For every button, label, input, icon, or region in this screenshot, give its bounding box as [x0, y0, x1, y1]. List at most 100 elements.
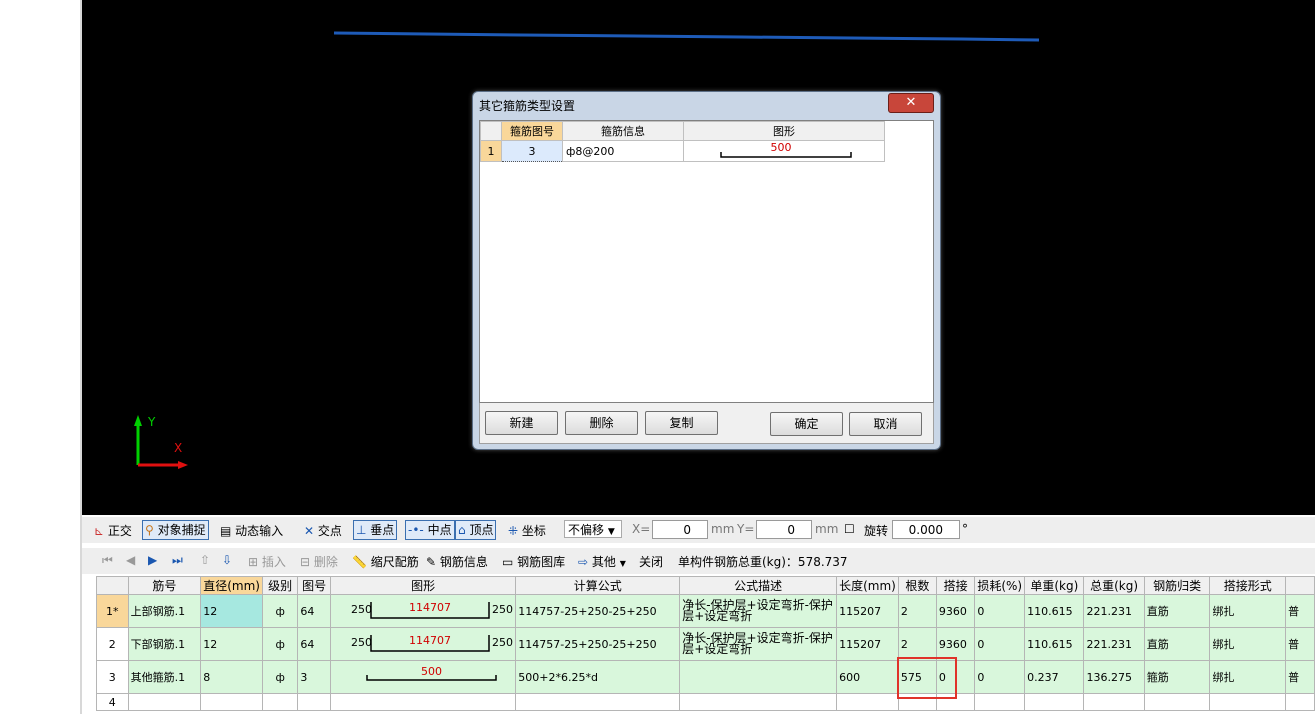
length-cell[interactable]: 600 — [836, 660, 899, 694]
grade-cell[interactable]: ф — [261, 627, 299, 661]
table-row[interactable]: 3 其他箍筋.1 8 ф 3 500 500+2*6.25*d 600 575 … — [96, 660, 1315, 694]
rebar-info-button[interactable]: ✎ 钢筋信息 — [426, 553, 488, 570]
cancel-button[interactable]: 取消 — [849, 412, 922, 436]
empty-cell[interactable] — [1024, 693, 1085, 711]
col-total-weight[interactable]: 总重(kg) — [1083, 576, 1145, 595]
formula-cell[interactable]: 500+2*6.25*d — [515, 660, 681, 694]
object-snap-button[interactable]: ⚲ 对象捕捉 — [142, 520, 209, 540]
midpoint-button[interactable]: -•- 中点 — [405, 520, 455, 540]
ortho-button[interactable]: ⊾ 正交 — [94, 522, 132, 539]
empty-cell[interactable] — [200, 693, 263, 711]
intersection-button[interactable]: ✕ 交点 — [304, 522, 342, 539]
category-cell[interactable]: 箍筋 — [1143, 660, 1211, 694]
offset-select[interactable]: 不偏移 ▼ — [564, 520, 622, 538]
empty-cell[interactable] — [515, 693, 681, 711]
col-grade[interactable]: 级别 — [261, 576, 299, 595]
length-cell[interactable]: 115207 — [836, 594, 899, 628]
coordinate-button[interactable]: ⁜ 坐标 — [508, 522, 546, 539]
figure-cell[interactable]: 64 — [297, 627, 331, 661]
col-loss[interactable]: 损耗(%) — [974, 576, 1026, 595]
extra-cell[interactable]: 普 — [1285, 594, 1315, 628]
count-cell[interactable]: 2 — [897, 627, 937, 661]
copy-button[interactable]: 复制 — [645, 411, 718, 435]
row-index[interactable]: 3 — [96, 660, 129, 694]
last-icon[interactable]: ⏭ — [172, 553, 183, 568]
empty-cell[interactable] — [261, 693, 299, 711]
empty-cell[interactable] — [679, 693, 838, 711]
figure-cell[interactable]: 3 — [297, 660, 331, 694]
x-input[interactable]: 0 — [652, 520, 708, 539]
col-lap-form[interactable]: 搭接形式 — [1209, 576, 1287, 595]
unit-weight-cell[interactable]: 0.237 — [1024, 660, 1085, 694]
total-weight-cell[interactable]: 221.231 — [1083, 594, 1145, 628]
close-button[interactable]: ✕ — [888, 93, 934, 113]
empty-cell[interactable] — [329, 693, 517, 711]
vertex-button[interactable]: ⌂ 顶点 — [455, 520, 497, 540]
name-cell[interactable]: 上部钢筋.1 — [127, 594, 202, 628]
header-figure-no[interactable]: 箍筋图号 — [501, 121, 563, 141]
scale-rebar-button[interactable]: 📏 缩尺配筋 — [352, 553, 419, 570]
description-cell[interactable] — [679, 660, 838, 694]
loss-cell[interactable]: 0 — [974, 594, 1026, 628]
diameter-cell[interactable]: 12 — [200, 627, 263, 661]
insert-button[interactable]: ⊞ 插入 — [248, 553, 286, 570]
empty-cell[interactable] — [1083, 693, 1145, 711]
rotate-input[interactable]: 0.000 — [892, 520, 960, 539]
rebar-library-button[interactable]: ▭ 钢筋图库 — [502, 553, 565, 570]
lap-form-cell[interactable]: 绑扎 — [1209, 627, 1287, 661]
extra-cell[interactable]: 普 — [1285, 627, 1315, 661]
delete-button[interactable]: 删除 — [565, 411, 638, 435]
col-length[interactable]: 长度(mm) — [836, 576, 899, 595]
unit-weight-cell[interactable]: 110.615 — [1024, 627, 1085, 661]
row-index[interactable]: 1* — [96, 594, 129, 628]
header-shape[interactable]: 图形 — [683, 121, 885, 141]
col-formula[interactable]: 计算公式 — [515, 576, 681, 595]
loss-cell[interactable]: 0 — [974, 660, 1026, 694]
table-row[interactable]: 2 下部钢筋.1 12 ф 64 250 114707 250 114757-2… — [96, 627, 1315, 661]
extra-cell[interactable]: 普 — [1285, 660, 1315, 694]
col-unit-weight[interactable]: 单重(kg) — [1024, 576, 1085, 595]
lap-cell[interactable]: 9360 — [935, 627, 976, 661]
col-description[interactable]: 公式描述 — [679, 576, 838, 595]
delete-row-button[interactable]: ⊟ 删除 — [300, 553, 338, 570]
category-cell[interactable]: 直筋 — [1143, 594, 1211, 628]
formula-cell[interactable]: 114757-25+250-25+250 — [515, 594, 681, 628]
empty-cell[interactable] — [974, 693, 1026, 711]
prev-icon[interactable]: ◀ — [126, 553, 135, 567]
lap-form-cell[interactable]: 绑扎 — [1209, 594, 1287, 628]
empty-cell[interactable] — [836, 693, 899, 711]
unit-weight-cell[interactable]: 110.615 — [1024, 594, 1085, 628]
empty-cell[interactable] — [1209, 693, 1287, 711]
rotate-checkbox[interactable]: ☐ — [844, 522, 855, 536]
total-weight-cell[interactable]: 136.275 — [1083, 660, 1145, 694]
perpendicular-button[interactable]: ⊥ 垂点 — [353, 520, 398, 540]
loss-cell[interactable]: 0 — [974, 627, 1026, 661]
dynamic-input-button[interactable]: ▤ 动态输入 — [220, 522, 283, 539]
move-up-icon[interactable]: ⇧ — [200, 553, 210, 567]
first-icon[interactable]: ⏮ — [102, 553, 113, 568]
diameter-cell[interactable]: 12 — [200, 594, 263, 628]
col-shape[interactable]: 图形 — [329, 576, 517, 595]
move-down-icon[interactable]: ⇩ — [222, 553, 232, 567]
empty-cell[interactable] — [1143, 693, 1211, 711]
row-index[interactable]: 2 — [96, 627, 129, 661]
empty-cell[interactable] — [1285, 693, 1315, 711]
ok-button[interactable]: 确定 — [770, 412, 843, 436]
total-weight-cell[interactable]: 221.231 — [1083, 627, 1145, 661]
other-menu-button[interactable]: ⇨ 其他 ▼ — [578, 553, 626, 570]
next-icon[interactable]: ▶ — [148, 553, 157, 567]
description-cell[interactable]: 净长-保护层+设定弯折-保护 层+设定弯折 — [679, 594, 838, 628]
shape-cell[interactable]: 250 114707 250 — [329, 594, 517, 628]
name-cell[interactable]: 其他箍筋.1 — [127, 660, 202, 694]
row-index[interactable]: 4 — [96, 693, 129, 711]
empty-cell[interactable] — [297, 693, 331, 711]
table-row[interactable]: 4 — [96, 693, 1315, 711]
empty-cell[interactable] — [127, 693, 202, 711]
row-index[interactable]: 1 — [480, 140, 502, 162]
table-row[interactable]: 1* 上部钢筋.1 12 ф 64 250 114707 250 114757-… — [96, 594, 1315, 628]
diameter-cell[interactable]: 8 — [200, 660, 263, 694]
count-cell[interactable]: 2 — [897, 594, 937, 628]
col-lap[interactable]: 搭接 — [935, 576, 976, 595]
formula-cell[interactable]: 114757-25+250-25+250 — [515, 627, 681, 661]
figure-no-cell[interactable]: 3 — [501, 140, 563, 162]
